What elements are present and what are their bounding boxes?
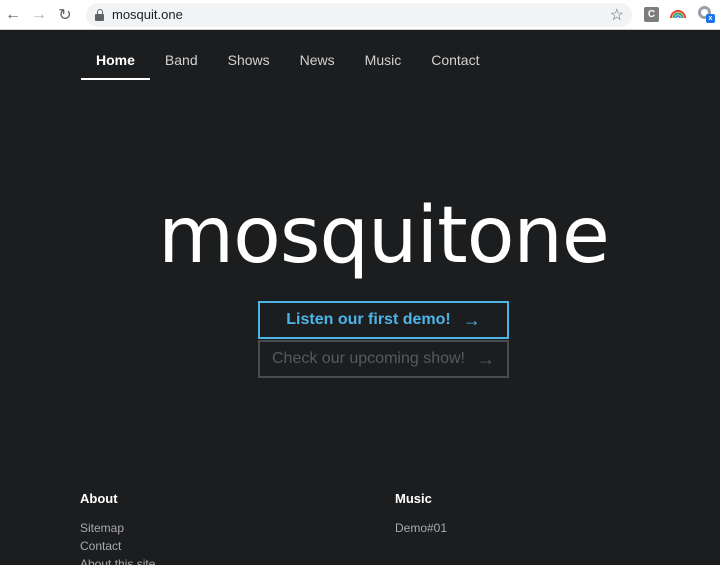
upcoming-show-label: Check our upcoming show! [272, 350, 465, 367]
back-icon[interactable]: ← [0, 0, 26, 30]
footer-music-heading: Music [395, 491, 432, 506]
browser-toolbar: ← → ↻ mosquit.one ☆ C x [0, 0, 720, 30]
footer-link-about-site[interactable]: About this site [80, 555, 155, 565]
address-bar[interactable]: mosquit.one ☆ [86, 3, 632, 27]
footer-link-sitemap[interactable]: Sitemap [80, 519, 155, 537]
listen-demo-button[interactable]: Listen our first demo! → [258, 301, 509, 339]
listen-demo-label: Listen our first demo! [286, 311, 451, 328]
lock-icon [95, 9, 104, 21]
footer-music: Music Demo#01 [395, 491, 447, 537]
url-text: mosquit.one [112, 7, 183, 22]
arrow-right-icon: → [462, 309, 481, 330]
reload-icon[interactable]: ↻ [52, 0, 78, 30]
nav-news[interactable]: News [285, 40, 350, 80]
footer-about-heading: About [80, 491, 118, 506]
forward-icon[interactable]: → [26, 0, 52, 30]
site-nav: Home Band Shows News Music Contact [81, 40, 494, 80]
arrow-right-icon: → [476, 348, 495, 369]
upcoming-show-button[interactable]: Check our upcoming show! → [258, 340, 509, 378]
extension-badge-icon: x [706, 14, 715, 23]
nav-home[interactable]: Home [81, 40, 150, 80]
footer-link-contact[interactable]: Contact [80, 537, 155, 555]
footer-link-demo01[interactable]: Demo#01 [395, 519, 447, 537]
extension-rainbow-icon[interactable] [670, 7, 686, 22]
footer-about: About Sitemap Contact About this site [80, 491, 155, 565]
extension-c-icon[interactable]: C [644, 7, 659, 22]
extension-gear-icon[interactable]: x [698, 6, 715, 23]
bookmark-star-icon[interactable]: ☆ [610, 5, 624, 25]
nav-shows[interactable]: Shows [213, 40, 285, 80]
nav-band[interactable]: Band [150, 40, 213, 80]
nav-music[interactable]: Music [350, 40, 417, 80]
nav-contact[interactable]: Contact [416, 40, 494, 80]
hero-title: mosquitone [158, 191, 610, 281]
